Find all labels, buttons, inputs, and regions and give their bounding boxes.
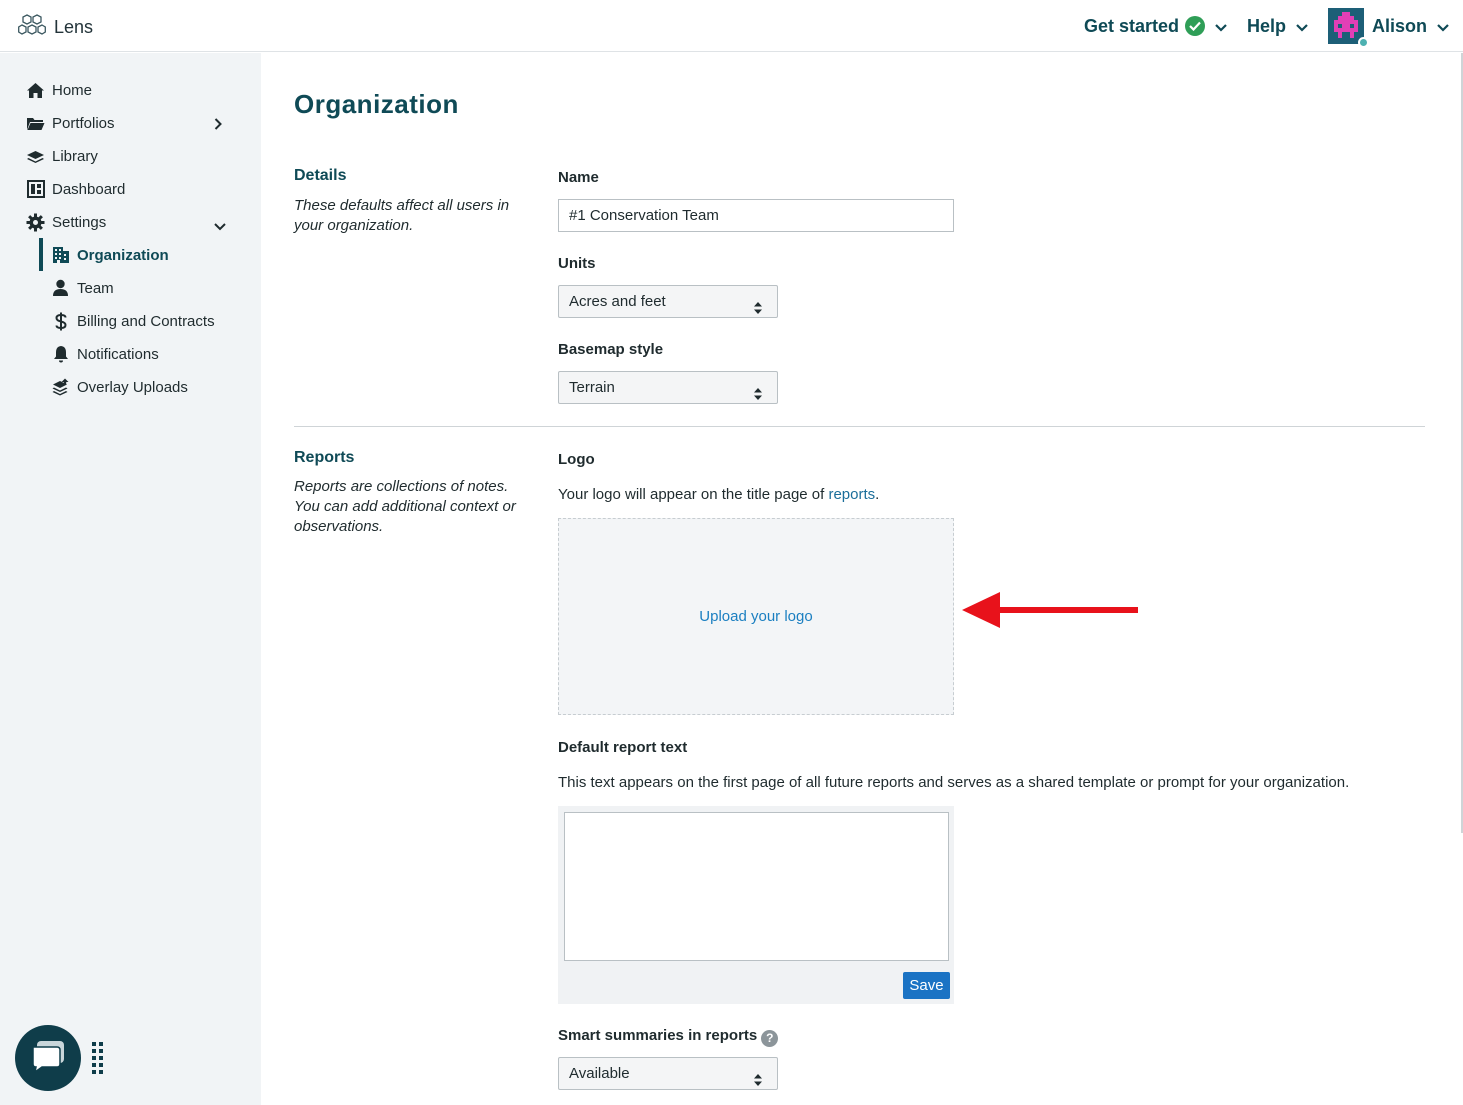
basemap-select-value: Terrain [569,379,615,396]
basemap-select[interactable]: Terrain [558,371,778,404]
default-report-textarea[interactable] [564,812,949,961]
dashboard-icon [26,180,45,199]
sidebar-item-settings[interactable]: Settings [26,210,231,234]
sidebar-item-organization[interactable]: Organization [51,243,169,267]
select-arrows-icon [753,295,763,326]
get-started-menu[interactable]: Get started [1084,16,1227,37]
reports-section-title: Reports [294,449,355,466]
sidebar-item-label: Settings [52,213,107,231]
reports-section-description: Reports are collections of notes. You ca… [294,478,516,535]
user-menu[interactable]: Alison [1327,8,1449,48]
select-arrows-icon [753,1067,763,1098]
top-bar: Lens Get started Help Alison [0,0,1463,52]
logo-upload-dropzone[interactable]: Upload your logo [558,518,954,715]
avatar [1327,8,1369,48]
reports-link[interactable]: reports [828,486,875,503]
sidebar-item-home[interactable]: Home [26,78,92,102]
main-content: Organization Details These defaults affe… [261,53,1463,1105]
sidebar-item-portfolios[interactable]: Portfolios [26,111,231,135]
user-icon [51,279,70,298]
chevron-down-icon [1215,16,1227,37]
sidebar-item-label: Home [52,81,93,99]
gear-icon [26,213,45,232]
logo-label: Logo [558,451,595,468]
sidebar-item-label: Team [77,279,114,297]
home-icon [26,81,45,100]
chevron-right-icon [214,117,222,134]
select-arrows-icon [753,381,763,412]
brand[interactable]: Lens [18,13,93,42]
get-started-label: Get started [1083,15,1179,36]
layers-icon [26,147,45,166]
sidebar-item-label: Notifications [77,345,159,363]
chat-bubble-icon [30,1039,66,1078]
sidebar-item-label: Portfolios [52,114,115,132]
units-select[interactable]: Acres and feet [558,285,778,318]
logo-description-end: . [875,486,880,503]
sidebar-item-team[interactable]: Team [51,276,114,300]
folder-icon [26,114,45,133]
section-divider [294,426,1425,427]
smart-summaries-label-text: Smart summaries in reports [558,1027,758,1044]
help-question-icon[interactable]: ? [761,1029,779,1047]
details-section-title: Details [294,167,347,184]
sidebar: Home Portfolios Library Dashboard Settin… [0,53,261,1105]
stack-upload-icon [51,378,70,397]
chevron-down-icon [1296,16,1308,37]
sidebar-item-label: Library [52,147,98,165]
drag-handle-icon[interactable] [91,1041,105,1082]
details-section-description: These defaults affect all users in your … [294,197,510,234]
sidebar-item-notifications[interactable]: Notifications [51,342,159,366]
sidebar-item-dashboard[interactable]: Dashboard [26,177,125,201]
sidebar-item-label: Organization [77,246,169,264]
upload-logo-link[interactable]: Upload your logo [699,608,812,625]
default-report-text-description: This text appears on the first page of a… [558,774,1350,791]
smart-summaries-label: Smart summaries in reports? [558,1027,779,1047]
app-name: Lens [54,17,94,37]
name-label: Name [558,169,599,186]
sidebar-item-library[interactable]: Library [26,144,98,168]
sidebar-item-billing[interactable]: Billing and Contracts [51,309,215,333]
default-report-text-label: Default report text [558,739,688,756]
logo-description-text: Your logo will appear on the title page … [558,486,829,503]
smart-summaries-select-value: Available [569,1065,630,1082]
building-icon [51,246,70,265]
lens-logo-icon [18,13,46,42]
units-select-value: Acres and feet [569,293,666,310]
basemap-label: Basemap style [558,341,664,358]
chat-launcher-button[interactable] [15,1025,81,1091]
chevron-down-icon [1437,16,1449,37]
chevron-down-icon [214,218,226,235]
logo-description: Your logo will appear on the title page … [558,486,879,503]
sidebar-item-label: Dashboard [52,180,126,198]
name-field[interactable]: #1 Conservation Team [558,199,954,232]
help-menu[interactable]: Help [1247,16,1308,37]
bell-icon [51,345,70,364]
save-button[interactable]: Save [903,972,950,999]
smart-summaries-select[interactable]: Available [558,1057,778,1090]
check-circle-icon [1184,16,1205,36]
help-label: Help [1246,15,1286,36]
user-name: Alison [1371,15,1427,36]
sidebar-item-overlay-uploads[interactable]: Overlay Uploads [51,375,188,399]
annotation-arrow-icon [962,590,1142,635]
units-label: Units [558,255,596,272]
page-title: Organization [294,89,459,119]
sidebar-item-label: Billing and Contracts [77,312,215,330]
default-report-text-panel: Save [558,806,954,1004]
active-indicator [39,238,43,271]
online-status-dot [1357,37,1369,48]
sidebar-item-label: Overlay Uploads [77,378,188,396]
dollar-icon [51,312,70,331]
